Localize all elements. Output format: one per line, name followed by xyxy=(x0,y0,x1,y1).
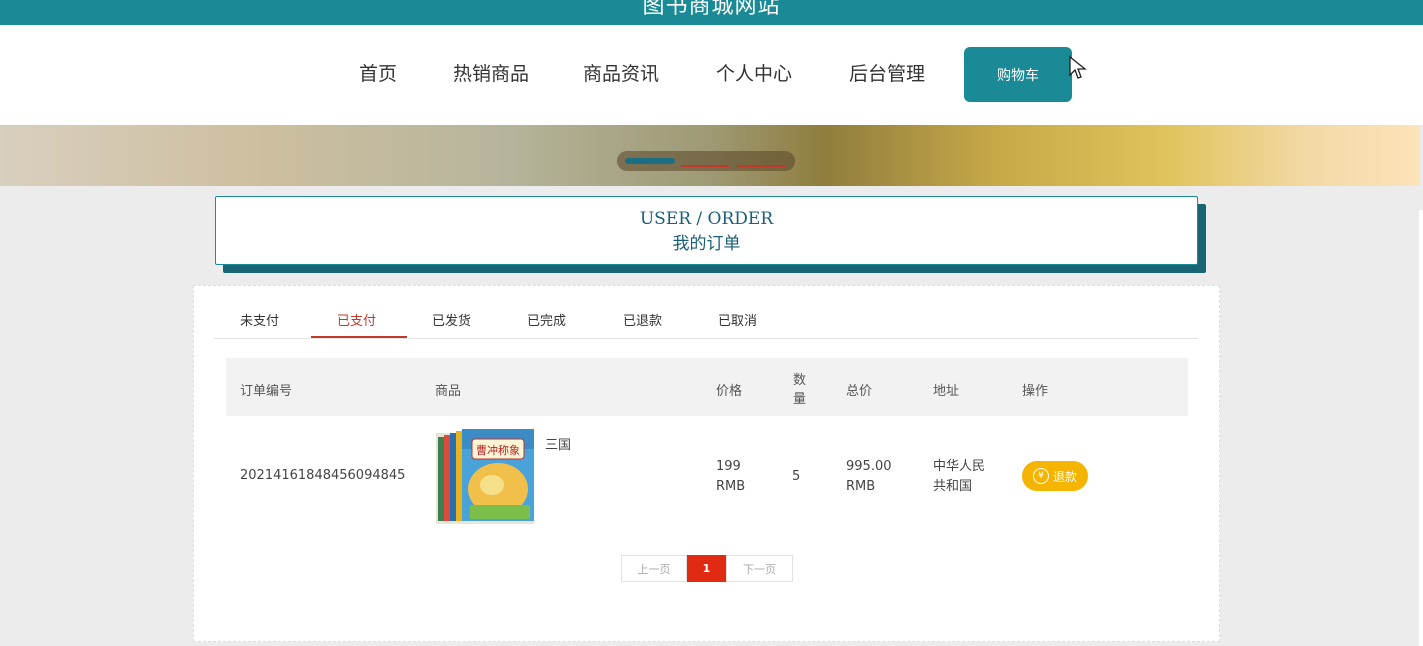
price-value: 199 xyxy=(716,459,741,474)
page-title-cn: 我的订单 xyxy=(672,234,741,254)
next-page-button[interactable]: 下一页 xyxy=(726,555,793,582)
page-title-en: USER / ORDER xyxy=(639,209,774,229)
col-order-no: 订单编号 xyxy=(240,384,293,399)
refund-label: 退款 xyxy=(1052,469,1077,484)
yen-circle-icon: ¥ xyxy=(1032,468,1049,484)
tab-unpaid[interactable]: 未支付 xyxy=(240,310,279,329)
col-price: 价格 xyxy=(716,384,743,399)
col-total: 总价 xyxy=(846,384,873,399)
total-value: 995.00 xyxy=(846,459,892,474)
top-bar: 图书商城网站 xyxy=(0,0,1423,25)
col-address: 地址 xyxy=(933,384,960,399)
price-unit: RMB xyxy=(716,479,746,494)
col-product: 商品 xyxy=(435,384,462,399)
tab-completed[interactable]: 已完成 xyxy=(527,310,566,329)
col-qty-line1: 数 xyxy=(793,373,807,388)
nav-admin[interactable]: 后台管理 xyxy=(849,59,925,86)
carousel-indicators xyxy=(617,151,795,171)
prev-page-button[interactable]: 上一页 xyxy=(621,555,687,582)
address-line1: 中华人民 xyxy=(933,459,986,474)
table-header: 订单编号 商品 价格 数 量 总价 地址 操作 xyxy=(226,358,1188,416)
tab-refunded[interactable]: 已退款 xyxy=(623,310,662,329)
cart-button[interactable]: 购物车 xyxy=(964,47,1072,102)
carousel-dot[interactable] xyxy=(737,165,785,167)
banner-carousel xyxy=(0,125,1420,186)
tab-shipped[interactable]: 已发货 xyxy=(432,310,471,329)
order-content: 未支付 已支付 已发货 已完成 已退款 已取消 订单编号 商品 价格 数 量 总… xyxy=(193,285,1220,642)
navbar: 首页 热销商品 商品资讯 个人中心 后台管理 购物车 xyxy=(0,25,1423,125)
nav-home[interactable]: 首页 xyxy=(359,59,397,86)
product-image[interactable]: 曹冲称象 xyxy=(436,427,534,524)
col-qty-line2: 量 xyxy=(793,392,807,407)
tab-cancelled[interactable]: 已取消 xyxy=(718,310,757,329)
order-status-tabs: 未支付 已支付 已发货 已完成 已退款 已取消 xyxy=(214,286,1198,339)
quantity: 5 xyxy=(792,469,801,484)
product-cover-title: 曹冲称象 xyxy=(476,443,520,457)
address-line2: 共和国 xyxy=(933,479,973,494)
tab-paid[interactable]: 已支付 xyxy=(337,310,376,329)
carousel-dot-active[interactable] xyxy=(625,158,675,164)
page-scrollbar[interactable] xyxy=(1419,210,1423,646)
page-header: USER / ORDER 我的订单 xyxy=(215,196,1198,265)
nav-user-center[interactable]: 个人中心 xyxy=(716,59,792,86)
nav-hot-products[interactable]: 热销商品 xyxy=(453,59,529,86)
carousel-dot[interactable] xyxy=(681,165,729,167)
refund-button[interactable]: ¥ 退款 xyxy=(1022,461,1088,491)
total-unit: RMB xyxy=(846,479,876,494)
order-number: 20214161848456094845 xyxy=(240,468,406,483)
product-name[interactable]: 三国 xyxy=(545,437,571,455)
nav-product-news[interactable]: 商品资讯 xyxy=(583,59,659,86)
col-action: 操作 xyxy=(1022,384,1049,399)
page-number-current[interactable]: 1 xyxy=(687,555,726,582)
mouse-cursor-icon xyxy=(1069,55,1087,79)
site-title: 图书商城网站 xyxy=(642,0,781,19)
active-tab-indicator xyxy=(311,336,407,338)
